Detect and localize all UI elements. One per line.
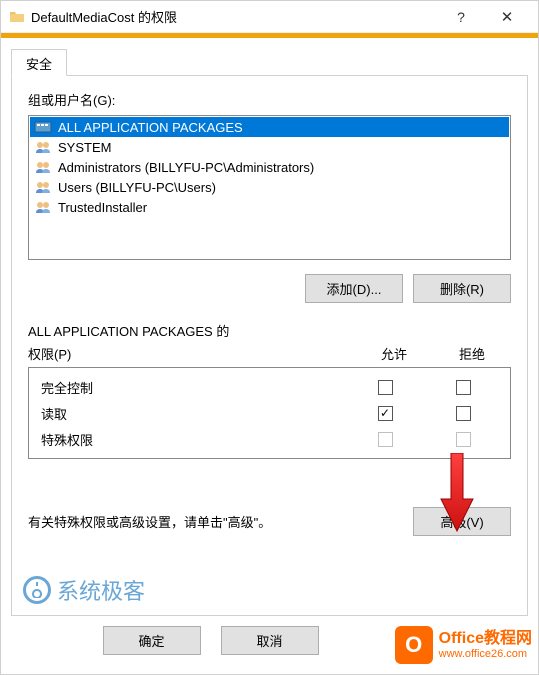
list-item[interactable]: ALL APPLICATION PACKAGES xyxy=(30,117,509,137)
permissions-header: 权限(P) 允许 拒绝 xyxy=(28,344,511,363)
tab-security[interactable]: 安全 xyxy=(11,49,67,76)
dialog-buttons: 确定 取消 应用(A) xyxy=(11,626,528,655)
advanced-row: 有关特殊权限或高级设置，请单击"高级"。 高级(V) xyxy=(28,507,511,536)
permission-row: 特殊权限 xyxy=(37,426,502,452)
advanced-button[interactable]: 高级(V) xyxy=(413,507,511,536)
list-item-label: Users (BILLYFU-PC\Users) xyxy=(58,180,216,195)
list-item-label: Administrators (BILLYFU-PC\Administrator… xyxy=(58,160,314,175)
close-button[interactable]: ✕ xyxy=(484,1,530,33)
list-item[interactable]: Users (BILLYFU-PC\Users) xyxy=(30,177,509,197)
remove-button[interactable]: 删除(R) xyxy=(413,274,511,303)
add-button[interactable]: 添加(D)... xyxy=(305,274,403,303)
list-item-label: TrustedInstaller xyxy=(58,200,147,215)
package-icon xyxy=(34,119,52,135)
dialog-window: DefaultMediaCost 的权限 ? ✕ 安全 组或用户名(G): AL… xyxy=(0,0,539,675)
tab-strip: 安全 xyxy=(11,48,528,76)
allow-checkbox[interactable] xyxy=(378,380,393,395)
permissions-table: 完全控制 读取 ✓ 特殊权限 xyxy=(28,367,511,459)
titlebar: DefaultMediaCost 的权限 ? ✕ xyxy=(1,1,538,33)
deny-checkbox[interactable] xyxy=(456,406,471,421)
deny-checkbox[interactable] xyxy=(456,380,471,395)
security-panel: 组或用户名(G): ALL APPLICATION PACKAGES SYSTE… xyxy=(11,76,528,616)
list-item[interactable]: TrustedInstaller xyxy=(30,197,509,217)
permission-name: 特殊权限 xyxy=(37,430,346,449)
window-buttons: ? ✕ xyxy=(438,1,530,33)
allow-checkbox xyxy=(378,432,393,447)
list-item-label: SYSTEM xyxy=(58,140,111,155)
folder-icon xyxy=(9,9,25,25)
deny-checkbox xyxy=(456,432,471,447)
permission-name: 读取 xyxy=(37,404,346,423)
allow-checkbox[interactable]: ✓ xyxy=(378,406,393,421)
permissions-for-prefix: ALL APPLICATION PACKAGES 的 xyxy=(28,324,229,339)
users-icon xyxy=(34,159,52,175)
permission-name: 完全控制 xyxy=(37,378,346,397)
permission-row: 读取 ✓ xyxy=(37,400,502,426)
group-buttons: 添加(D)... 删除(R) xyxy=(28,274,511,303)
users-icon xyxy=(34,139,52,155)
users-icon xyxy=(34,199,52,215)
content: 安全 组或用户名(G): ALL APPLICATION PACKAGES SY… xyxy=(1,38,538,665)
ok-button[interactable]: 确定 xyxy=(103,626,201,655)
allow-header: 允许 xyxy=(355,344,433,363)
groups-label: 组或用户名(G): xyxy=(28,90,511,109)
help-button[interactable]: ? xyxy=(438,1,484,33)
list-item[interactable]: Administrators (BILLYFU-PC\Administrator… xyxy=(30,157,509,177)
list-item[interactable]: SYSTEM xyxy=(30,137,509,157)
permissions-for-label: ALL APPLICATION PACKAGES 的 xyxy=(28,321,511,340)
window-title: DefaultMediaCost 的权限 xyxy=(31,7,438,26)
deny-header: 拒绝 xyxy=(433,344,511,363)
list-item-label: ALL APPLICATION PACKAGES xyxy=(58,120,243,135)
permissions-for-suffix: 权限(P) xyxy=(28,344,355,363)
groups-listbox[interactable]: ALL APPLICATION PACKAGES SYSTEM Administ… xyxy=(28,115,511,260)
advanced-hint: 有关特殊权限或高级设置，请单击"高级"。 xyxy=(28,512,401,531)
permission-row: 完全控制 xyxy=(37,374,502,400)
users-icon xyxy=(34,179,52,195)
cancel-button[interactable]: 取消 xyxy=(221,626,319,655)
